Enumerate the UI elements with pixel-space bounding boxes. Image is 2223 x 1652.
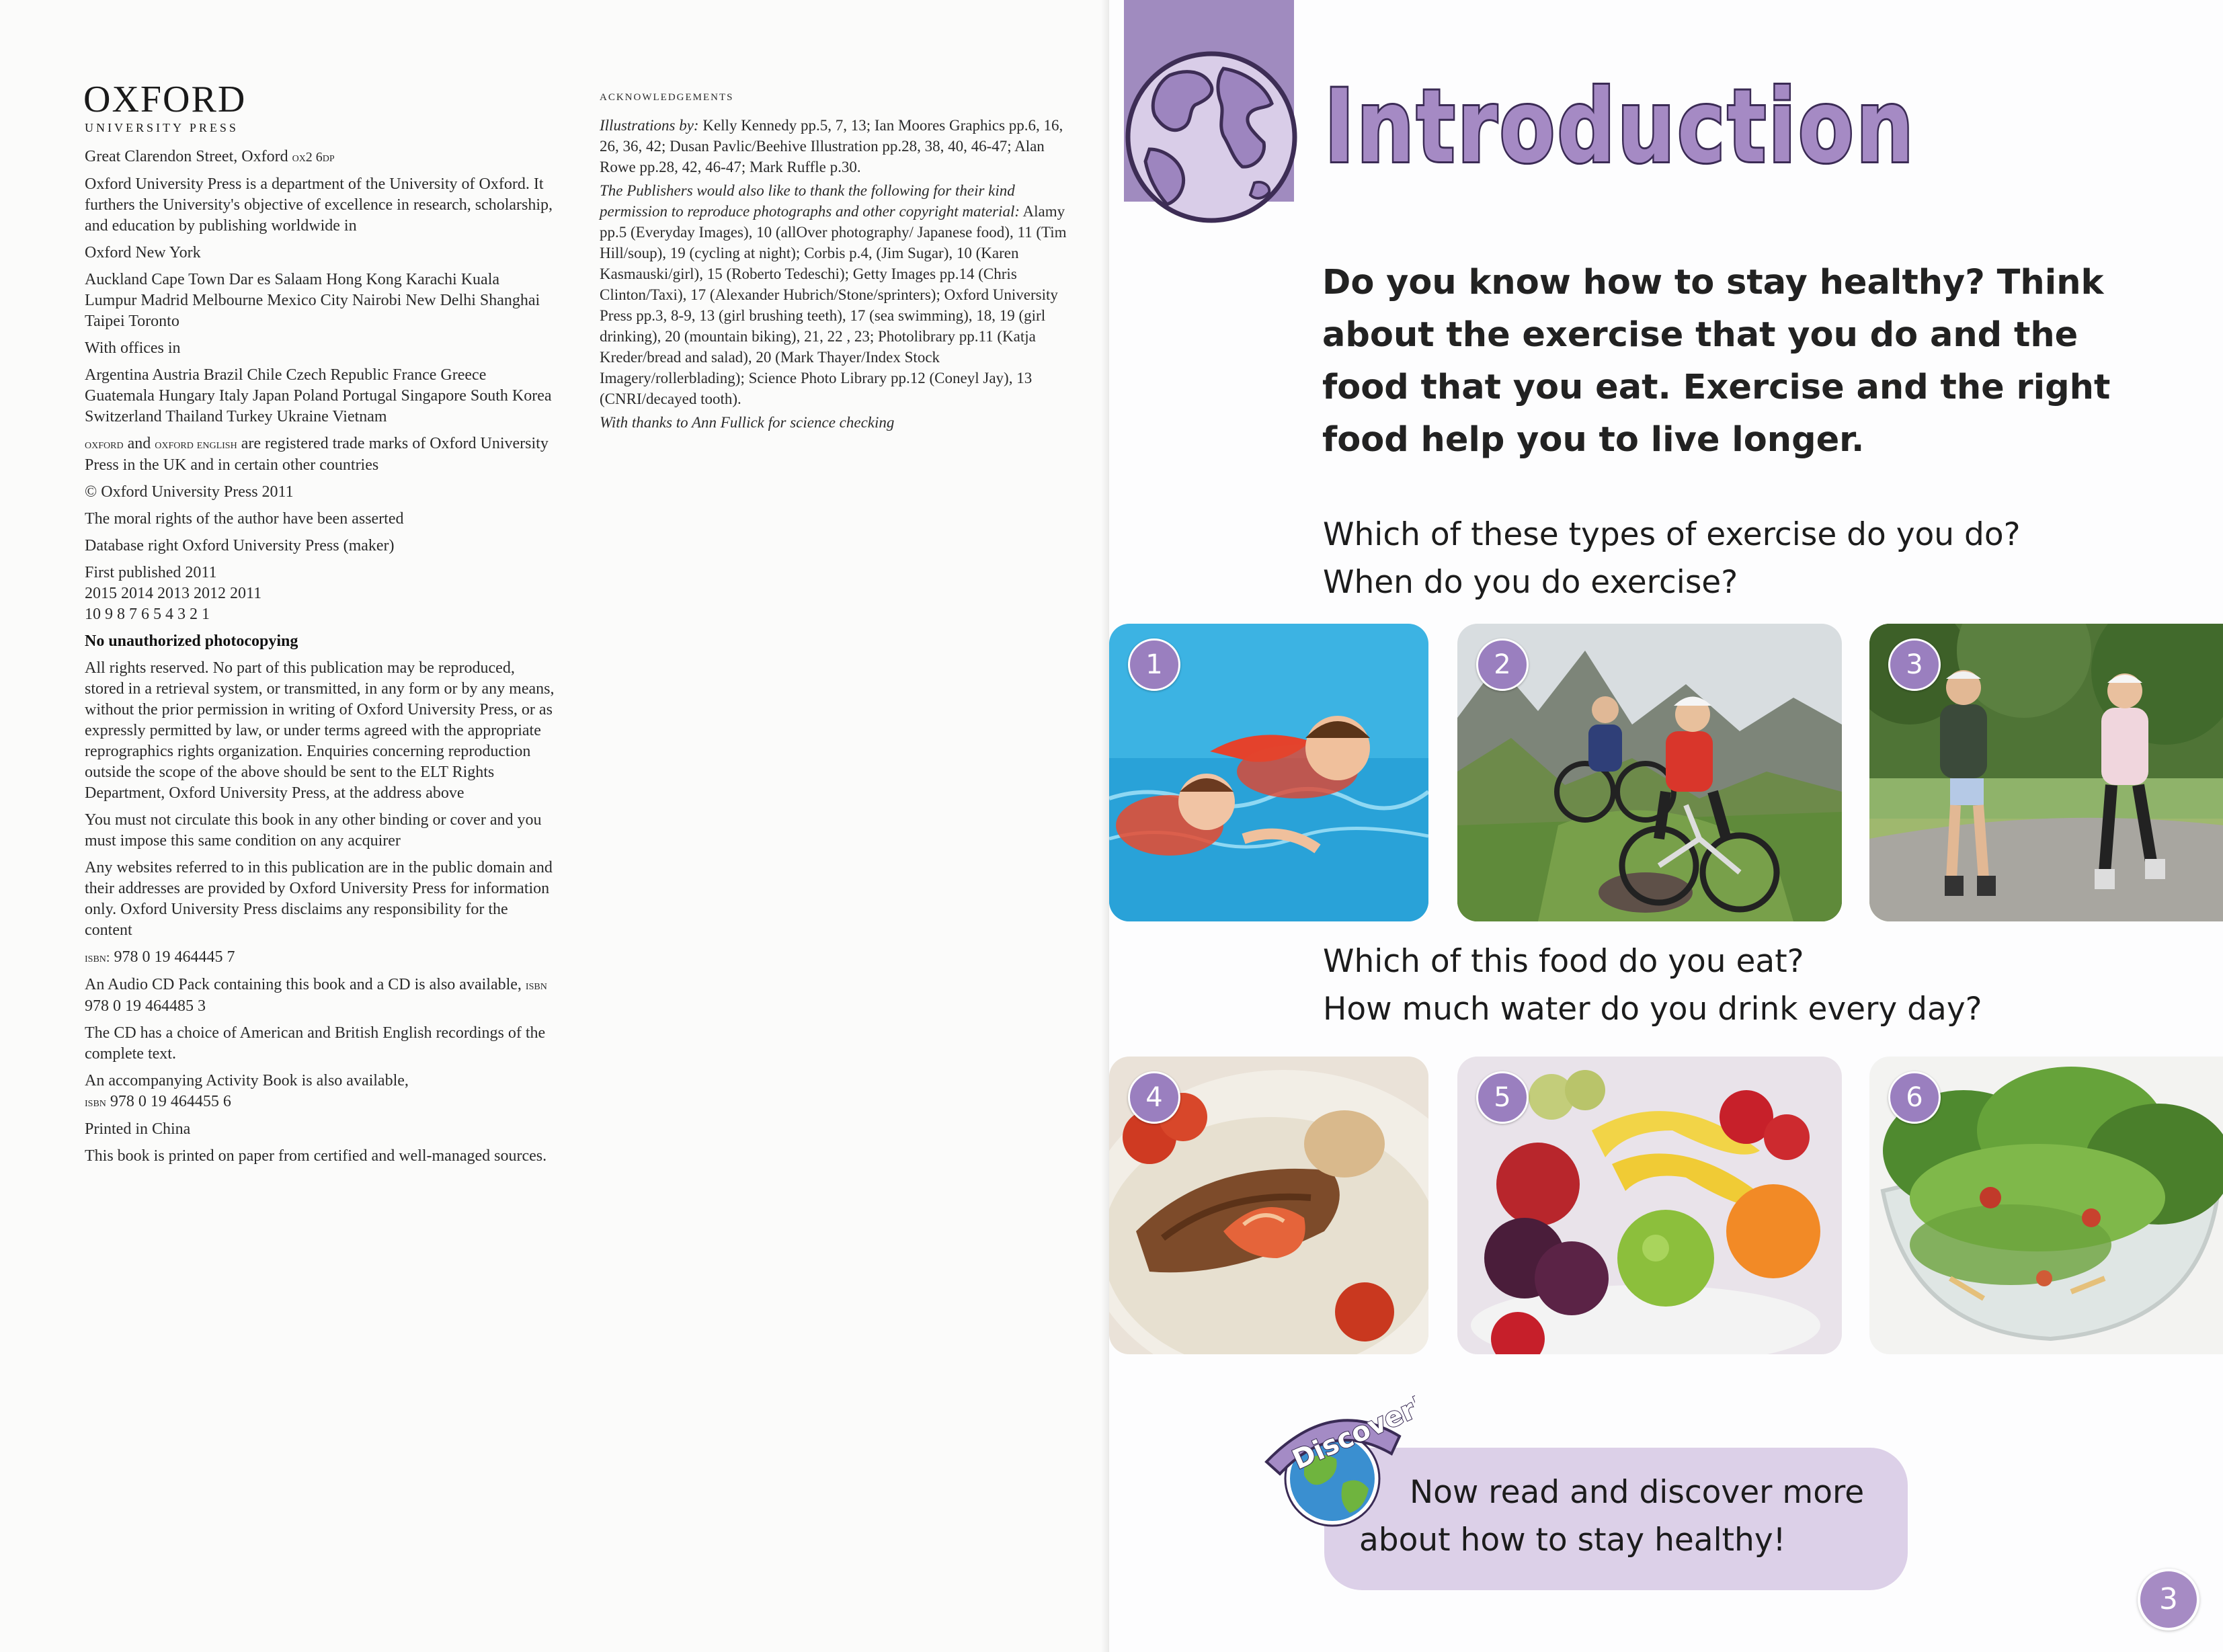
food-question-2: How much water do you drink every day?: [1323, 991, 1982, 1028]
globe-icon: [1125, 51, 1297, 223]
photo-mountain-biking: 2: [1457, 624, 1842, 921]
isbn-label: isbn:: [85, 950, 110, 965]
first-published: First published 2011: [85, 564, 217, 581]
illustrations-label: Illustrations by:: [600, 117, 699, 134]
postcode: ox2 6dp: [292, 150, 335, 165]
audio-isbn: 978 0 19 464485 3: [85, 997, 206, 1015]
photo-swimming: 1: [1109, 624, 1428, 921]
main-cities: Oxford New York: [85, 244, 201, 261]
cities-list: Auckland Cape Town Dar es Salaam Hong Ko…: [85, 271, 540, 330]
discover-text: Now read and discover more about how to …: [1359, 1469, 1897, 1564]
photo-rollerblading: 3: [1869, 624, 2223, 921]
intro-lead: Do you know how to stay healthy? Think a…: [1322, 263, 2111, 460]
circulate-text: You must not circulate this book in any …: [85, 811, 542, 850]
photo-number-3: 3: [1888, 638, 1941, 691]
address: Great Clarendon Street, Oxford ox2 6dp: [85, 147, 555, 168]
tm-and: and: [123, 435, 155, 452]
food-questions: Which of this food do you eat? How much …: [1323, 938, 2130, 1033]
copyright-page: OXFORD UNIVERSITY PRESS Great Clarendon …: [0, 0, 1109, 1652]
logo-subtitle: UNIVERSITY PRESS: [85, 121, 239, 134]
logo-name: OXFORD: [83, 79, 247, 120]
cd-choice-text: The CD has a choice of American and Brit…: [85, 1024, 546, 1063]
activity-isbn-label: isbn: [85, 1095, 106, 1110]
acknowledgements: ACKNOWLEDGEMENTS Illustrations by: Kelly…: [600, 87, 1084, 436]
activity-book-text: An accompanying Activity Book is also av…: [85, 1071, 555, 1113]
audio-cd-text: An Audio CD Pack containing this book an…: [85, 975, 555, 1017]
discover-line-1: Now read and discover more: [1410, 1474, 1865, 1511]
paper-note: This book is printed on paper from certi…: [85, 1147, 547, 1165]
isbn-number: 978 0 19 464445 7: [110, 948, 235, 966]
imprint-block: Great Clarendon Street, Oxford ox2 6dp O…: [85, 147, 555, 1173]
illustration-credits: Illustrations by: Kelly Kennedy pp.5, 7,…: [600, 115, 1084, 177]
no-photocopy-heading: No unauthorized photocopying: [85, 632, 298, 650]
photo-credits-text: Alamy pp.5 (Everyday Images), 10 (allOve…: [600, 203, 1067, 407]
websites-text: Any websites referred to in this publica…: [85, 859, 553, 939]
tm-mark-oxford-english: oxford english: [155, 437, 237, 452]
trademark-text: oxford and oxford english are registered…: [85, 433, 555, 476]
countries-list: Argentina Austria Brazil Chile Czech Rep…: [85, 366, 552, 425]
impression-line: 10 9 8 7 6 5 4 3 2 1: [85, 606, 210, 623]
exercise-questions: Which of these types of exercise do you …: [1323, 511, 2130, 606]
offices-label: With offices in: [85, 339, 181, 357]
printed-in: Printed in China: [85, 1120, 191, 1138]
address-text: Great Clarendon Street, Oxford: [85, 148, 288, 165]
photo-number-1: 1: [1128, 638, 1180, 691]
oxford-logo: OXFORD UNIVERSITY PRESS: [83, 79, 246, 135]
exercise-question-1: Which of these types of exercise do you …: [1323, 516, 2021, 553]
photo-fish-rice: 4: [1109, 1057, 1428, 1354]
database-right: Database right Oxford University Press (…: [85, 537, 395, 554]
thanks-intro: The Publishers would also like to thank …: [600, 182, 1020, 220]
photo-number-5: 5: [1476, 1071, 1529, 1124]
acknowledgements-heading: ACKNOWLEDGEMENTS: [600, 92, 734, 103]
mission-text: Oxford University Press is a department …: [85, 175, 553, 235]
photo-number-6: 6: [1888, 1071, 1941, 1124]
discover-line-2: about how to stay healthy!: [1359, 1522, 1786, 1559]
photo-salad: 6: [1869, 1057, 2223, 1354]
audio-cd-desc: An Audio CD Pack containing this book an…: [85, 976, 526, 993]
audio-isbn-label: isbn: [525, 978, 547, 993]
rights-text: All rights reserved. No part of this pub…: [85, 659, 555, 802]
photo-fruit-bowl: 5: [1457, 1057, 1842, 1354]
years-line: 2015 2014 2013 2012 2011: [85, 585, 262, 602]
food-question-1: Which of this food do you eat?: [1323, 943, 1804, 980]
science-check-thanks: With thanks to Ann Fullick for science c…: [600, 412, 1084, 433]
science-check-text: With thanks to Ann Fullick for science c…: [600, 414, 895, 431]
exercise-question-2: When do you do exercise?: [1323, 564, 1738, 601]
copyright-line: © Oxford University Press 2011: [85, 483, 294, 501]
photo-credits: The Publishers would also like to thank …: [600, 180, 1084, 409]
tm-mark-oxford: oxford: [85, 437, 124, 452]
page-title: Introduction: [1322, 67, 1916, 188]
activity-desc: An accompanying Activity Book is also av…: [85, 1072, 409, 1089]
isbn-line: isbn: 978 0 19 464445 7: [85, 947, 555, 968]
publication-history: First published 2011 2015 2014 2013 2012 …: [85, 563, 555, 625]
photo-number-4: 4: [1128, 1071, 1180, 1124]
page-number: 3: [2138, 1569, 2199, 1630]
page-title-text: Introduction: [1324, 69, 1916, 185]
discover-globe-icon: Discover!: [1264, 1395, 1415, 1527]
photo-number-2: 2: [1476, 638, 1529, 691]
activity-isbn: 978 0 19 464455 6: [106, 1093, 231, 1110]
moral-rights: The moral rights of the author have been…: [85, 510, 404, 528]
